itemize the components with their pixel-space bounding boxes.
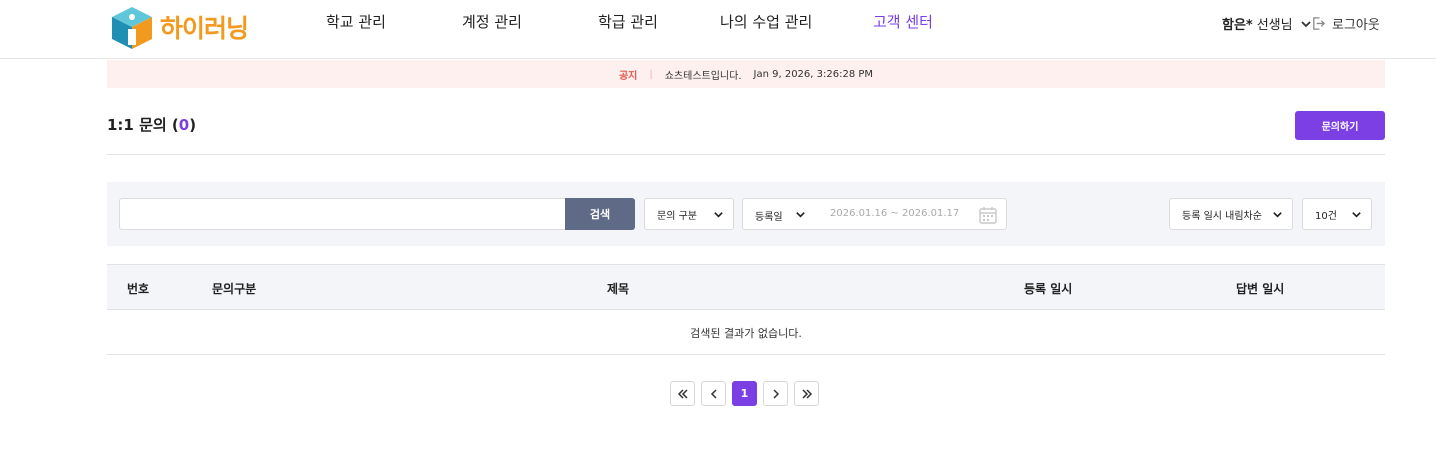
- notice-text: 쇼츠테스트입니다.: [664, 70, 742, 82]
- chevron-down-icon[interactable]: [795, 209, 806, 220]
- search-button[interactable]: 검색: [565, 198, 635, 230]
- prev-page-button[interactable]: [701, 381, 726, 406]
- nav-class-management[interactable]: 학급 관리: [598, 11, 658, 32]
- next-page-button[interactable]: [763, 381, 788, 406]
- sort-select[interactable]: 등록 일시 내림차순: [1169, 198, 1293, 230]
- first-page-button[interactable]: [670, 381, 695, 406]
- column-header-registered-at: 등록 일시: [1024, 282, 1073, 296]
- chevron-left-icon: [710, 388, 717, 399]
- table-header: 번호 문의구분 제목 등록 일시 답변 일시: [107, 264, 1385, 310]
- inquiry-table: 번호 문의구분 제목 등록 일시 답변 일시 검색된 결과가 없습니다.: [107, 264, 1385, 355]
- notice-date: Jan 9, 2026, 3:26:28 PM: [753, 68, 874, 80]
- inquiry-category-select[interactable]: 문의 구분: [644, 198, 734, 230]
- date-filter: 등록일 2026.01.16 ~ 2026.01.17: [742, 198, 1007, 230]
- chevron-right-icon: [772, 388, 779, 399]
- logo-text: 하이러닝: [160, 14, 249, 43]
- nav-account-management[interactable]: 계정 관리: [462, 11, 522, 32]
- calendar-icon[interactable]: [978, 205, 998, 225]
- new-inquiry-button[interactable]: 문의하기: [1295, 111, 1385, 140]
- page-size-value: 10건: [1315, 210, 1337, 222]
- top-header: 하이러닝 학교 관리 계정 관리 학급 관리 나의 수업 관리 고객 센터 함은…: [0, 0, 1436, 59]
- column-header-category: 문의구분: [212, 282, 257, 296]
- search-input[interactable]: [119, 198, 566, 230]
- notice-tag: 공지: [618, 70, 638, 82]
- user-role: 선생님: [1256, 18, 1293, 33]
- chevron-down-icon: [714, 212, 723, 218]
- table-empty-row: 검색된 결과가 없습니다.: [107, 310, 1385, 355]
- column-header-number: 번호: [127, 282, 150, 296]
- sort-value: 등록 일시 내림차순: [1182, 210, 1262, 222]
- logout-label: 로그아웃: [1332, 18, 1380, 33]
- column-header-answered-at: 답변 일시: [1236, 282, 1285, 296]
- inquiry-count: 0: [178, 116, 190, 134]
- title-divider: [107, 154, 1385, 155]
- date-type-select[interactable]: 등록일: [755, 208, 783, 223]
- page-title: 1:1 문의 (0): [107, 114, 196, 135]
- logout-button[interactable]: 로그아웃: [1311, 14, 1380, 33]
- page-title-suffix: ): [189, 116, 197, 134]
- brand-logo[interactable]: 하이러닝: [108, 2, 249, 52]
- logout-icon: [1313, 17, 1326, 30]
- user-name: 함은*: [1222, 18, 1253, 33]
- inquiry-category-value: 문의 구분: [657, 210, 697, 222]
- nav-school-management[interactable]: 학교 관리: [326, 11, 386, 32]
- double-chevron-right-icon: [801, 388, 812, 399]
- date-range-input[interactable]: 2026.01.16 ~ 2026.01.17: [830, 208, 959, 219]
- notice-banner[interactable]: 공지 | 쇼츠테스트입니다. Jan 9, 2026, 3:26:28 PM: [107, 60, 1385, 88]
- page-button-1[interactable]: 1: [732, 381, 757, 406]
- notice-divider: |: [649, 68, 653, 80]
- chevron-down-icon: [1352, 212, 1361, 218]
- double-chevron-left-icon: [677, 388, 688, 399]
- empty-message: 검색된 결과가 없습니다.: [690, 327, 802, 340]
- chevron-down-icon: [1273, 212, 1282, 218]
- nav-customer-center[interactable]: 고객 센터: [873, 11, 933, 32]
- filter-bar: 검색 문의 구분 등록일 2026.01.16 ~ 2026.01.17 등록 …: [107, 182, 1385, 246]
- pagination: 1: [670, 381, 819, 406]
- logo-icon: [112, 7, 152, 49]
- column-header-subject: 제목: [607, 282, 630, 296]
- user-menu[interactable]: 함은* 선생님: [1222, 14, 1313, 33]
- last-page-button[interactable]: [794, 381, 819, 406]
- page-size-select[interactable]: 10건: [1302, 198, 1372, 230]
- nav-my-lessons[interactable]: 나의 수업 관리: [720, 11, 812, 32]
- page-title-prefix: 1:1 문의 (: [107, 116, 179, 134]
